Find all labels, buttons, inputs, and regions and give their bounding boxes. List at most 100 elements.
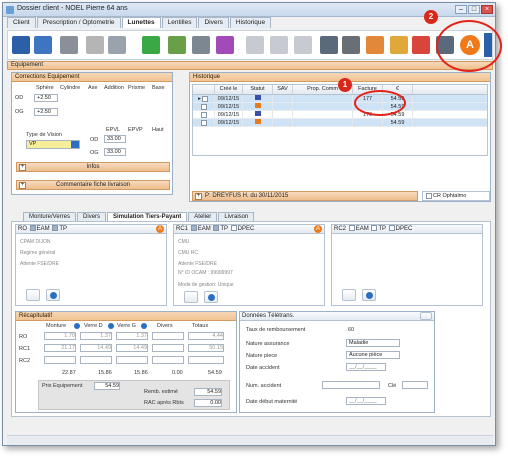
- comment-button[interactable]: + Commentaire fiche livraison: [16, 180, 170, 190]
- status-bar: [7, 435, 493, 445]
- user-icon[interactable]: [366, 36, 384, 54]
- tab-simulation[interactable]: Simulation Tiers-Payant: [107, 212, 188, 221]
- prescription-bar[interactable]: + P: DREYFUS H. du 30/11/2015: [192, 191, 418, 201]
- save-icon[interactable]: [12, 36, 30, 54]
- tab-lentilles[interactable]: Lentilles: [161, 17, 198, 28]
- og-epvl-field[interactable]: 33.00: [104, 148, 126, 156]
- ro-eam-checkbox[interactable]: [29, 225, 36, 232]
- rc2-edit-button[interactable]: [342, 289, 356, 301]
- tab-lunettes[interactable]: Lunettes: [121, 17, 161, 28]
- rc2-header: RC2 EAM TP DPEC: [332, 225, 482, 234]
- row-facture: [353, 119, 383, 126]
- col-statut[interactable]: Statut: [243, 85, 273, 94]
- app-icon: [6, 6, 14, 14]
- num-accident-field[interactable]: [322, 381, 380, 389]
- sub-tabs: Monture/Verres Divers Simulation Tiers-P…: [23, 212, 255, 221]
- nature-assurance-field[interactable]: Maladie: [346, 339, 400, 347]
- print-icon[interactable]: [60, 36, 78, 54]
- tab-livraison[interactable]: Livraison: [218, 212, 255, 221]
- rc1-eam-checkbox[interactable]: [190, 225, 197, 232]
- tab-client[interactable]: Client: [7, 17, 36, 28]
- ro-title: RO: [18, 226, 27, 232]
- frame-icon[interactable]: [246, 36, 264, 54]
- table-row[interactable]: ▸ 09/12/15 177 54.59: [193, 95, 487, 103]
- payment-icon[interactable]: [142, 36, 160, 54]
- document-icon[interactable]: [168, 36, 186, 54]
- cle-field[interactable]: [402, 381, 428, 389]
- col-sphere: Sphère: [36, 85, 54, 91]
- cr-ophtalmo[interactable]: CR Ophtalmo: [422, 191, 490, 201]
- close-button[interactable]: ×: [481, 5, 493, 14]
- row-checkbox[interactable]: [200, 103, 207, 110]
- tab-atelier[interactable]: Atelier: [188, 212, 218, 221]
- equipment-bar: Equipement: [7, 61, 493, 70]
- copy-icon[interactable]: [108, 36, 126, 54]
- tab-divers-sub[interactable]: Divers: [77, 212, 107, 221]
- od-epvl-field[interactable]: 33.00: [104, 135, 126, 143]
- tool-icon[interactable]: [320, 36, 338, 54]
- og-label: OG: [15, 109, 24, 115]
- table-row[interactable]: 09/12/15 176 54.59: [193, 111, 487, 119]
- col-cree[interactable]: Créé le: [215, 85, 243, 94]
- rc1-line4: N° ID OCAM : 99999997: [178, 270, 233, 276]
- rc2-dpec-checkbox[interactable]: [388, 225, 395, 232]
- cr-checkbox[interactable]: [426, 192, 432, 199]
- date-accident-field[interactable]: __/__/____: [346, 363, 386, 371]
- rc1-edit-button[interactable]: [184, 291, 198, 303]
- card-icon[interactable]: [294, 36, 312, 54]
- glasses-icon[interactable]: [192, 36, 210, 54]
- ro-header: RO EAM TP A: [16, 225, 166, 234]
- delete-icon[interactable]: [86, 36, 104, 54]
- rc2-tp-checkbox[interactable]: [371, 225, 378, 232]
- col-sav[interactable]: SAV: [273, 85, 293, 94]
- row-checkbox[interactable]: [201, 95, 208, 102]
- save-as-icon[interactable]: [34, 36, 52, 54]
- calendar-icon[interactable]: [412, 36, 430, 54]
- teletrans-edit-button[interactable]: [420, 312, 432, 320]
- og-sphere-field[interactable]: +2.50: [34, 108, 58, 116]
- table-row[interactable]: 09/12/15 54.59: [193, 119, 487, 127]
- ro-tp-checkbox[interactable]: [52, 225, 59, 232]
- vision-type-select[interactable]: VP: [26, 140, 80, 149]
- status-icon: [254, 111, 261, 116]
- minimize-button[interactable]: –: [455, 5, 467, 14]
- recap-col-totaux: Totaux: [192, 323, 209, 329]
- num-accident-label: Num. accident: [246, 383, 282, 389]
- rc2-info-button[interactable]: [362, 289, 376, 301]
- recap-row-rc2: RC2: [19, 358, 31, 364]
- plus-icon: +: [19, 182, 26, 189]
- ro-caisse: CPAM DIJON: [20, 239, 51, 245]
- ro-edit-button[interactable]: [26, 289, 40, 301]
- tab-historique[interactable]: Historique: [229, 17, 272, 28]
- measure-icon[interactable]: [270, 36, 288, 54]
- table-row[interactable]: 09/12/15 54.59: [193, 103, 487, 111]
- recap-rc2-verre-d: [80, 356, 112, 364]
- rc1-eam-label: EAM: [197, 226, 211, 232]
- tab-divers[interactable]: Divers: [198, 17, 229, 28]
- row-checkbox[interactable]: [200, 111, 207, 118]
- nature-piece-field[interactable]: Aucune pièce: [346, 351, 400, 359]
- infos-button[interactable]: + Infos: [16, 162, 170, 172]
- recap-panel: Récapitulatif Monture Verre D Verre G Di…: [15, 311, 237, 413]
- rc1-info-button[interactable]: [204, 291, 218, 303]
- tab-monture-verres[interactable]: Monture/Verres: [23, 212, 77, 221]
- pen-icon[interactable]: [390, 36, 408, 54]
- rc1-dpec-checkbox[interactable]: [230, 225, 237, 232]
- nature-piece-label: Nature piece: [246, 353, 278, 359]
- rc1-tp-checkbox[interactable]: [213, 225, 220, 232]
- tab-prescription[interactable]: Prescription / Optometrie: [36, 17, 121, 28]
- plus-icon: +: [195, 193, 202, 200]
- corrections-panel: Corrections Equipement Sphère Cylindre A…: [11, 72, 173, 195]
- rc1-header: RC1 EAM TP DPEC A: [174, 225, 324, 234]
- maximize-button[interactable]: □: [468, 5, 480, 14]
- recap-rc1-monture: 21.17: [44, 344, 76, 352]
- ro-info-button[interactable]: [46, 289, 60, 301]
- bag-icon[interactable]: [342, 36, 360, 54]
- rc2-eam-checkbox[interactable]: [348, 225, 355, 232]
- comment-label: Commentaire fiche livraison: [55, 182, 131, 188]
- lens-icon[interactable]: [216, 36, 234, 54]
- maternite-field[interactable]: __/__/____: [346, 397, 386, 405]
- row-checkbox[interactable]: [200, 119, 207, 126]
- col-prisme: Prisme: [128, 85, 146, 91]
- od-sphere-field[interactable]: +2.50: [34, 94, 58, 102]
